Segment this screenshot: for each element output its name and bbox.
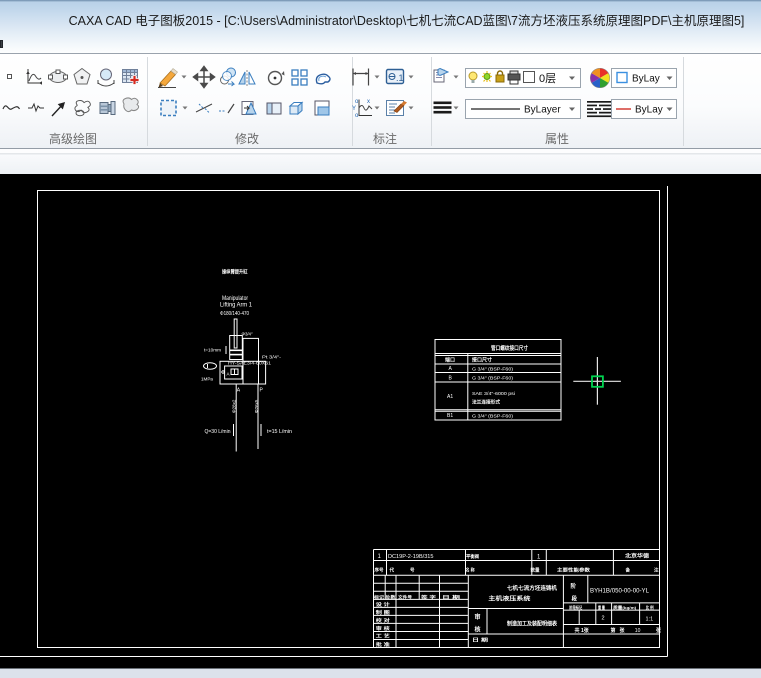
svg-text:质量(kg/m): 质量(kg/m) bbox=[613, 604, 637, 610]
svg-text:G 3/4″ (BSP-F60): G 3/4″ (BSP-F60) bbox=[472, 376, 513, 382]
svg-text:共: 共 bbox=[575, 627, 580, 634]
svg-text:文件号: 文件号 bbox=[398, 593, 412, 599]
svg-text:10: 10 bbox=[635, 628, 641, 634]
svg-text:主机液压系统: 主机液压系统 bbox=[488, 595, 531, 603]
svg-text:张: 张 bbox=[656, 627, 662, 634]
svg-text:G 3/4″ (BSP-F60): G 3/4″ (BSP-F60) bbox=[472, 414, 513, 420]
svg-text:SAE 3/4″-6000 psi: SAE 3/4″-6000 psi bbox=[472, 391, 515, 397]
svg-text:号: 号 bbox=[410, 567, 415, 574]
svg-text:段: 段 bbox=[572, 595, 578, 603]
svg-text:HY-SAE3/4-60X61: HY-SAE3/4-60X61 bbox=[228, 361, 272, 366]
svg-text:1:1: 1:1 bbox=[646, 617, 654, 623]
svg-text:标记: 标记 bbox=[373, 593, 384, 599]
svg-text:平衡阀: 平衡阀 bbox=[466, 553, 479, 560]
svg-text:接口尺寸: 接口尺寸 bbox=[471, 357, 492, 364]
svg-text:ByLayer: ByLayer bbox=[524, 105, 561, 116]
svg-text:o: o bbox=[355, 99, 359, 105]
svg-text:张: 张 bbox=[620, 627, 626, 634]
svg-text:名 称: 名 称 bbox=[466, 567, 475, 574]
svg-text:Φ28x2: Φ28x2 bbox=[232, 399, 237, 413]
svg-text:审: 审 bbox=[475, 613, 481, 621]
svg-text:工 艺: 工 艺 bbox=[376, 633, 391, 640]
svg-text:设 计: 设 计 bbox=[376, 601, 391, 608]
svg-text:BYH1B/050-00-00-YL: BYH1B/050-00-00-YL bbox=[590, 589, 650, 595]
svg-text:.1: .1 bbox=[396, 73, 404, 83]
svg-text:A: A bbox=[227, 372, 230, 377]
svg-text:核: 核 bbox=[475, 626, 481, 634]
svg-text:七机七流方坯连铸机: 七机七流方坯连铸机 bbox=[507, 584, 557, 592]
svg-text:比 例: 比 例 bbox=[646, 604, 654, 610]
svg-text:重 量: 重 量 bbox=[598, 604, 605, 610]
svg-text:t=15 L/min: t=15 L/min bbox=[267, 429, 292, 435]
svg-text:审 核: 审 核 bbox=[376, 625, 391, 632]
svg-text:日 期: 日 期 bbox=[442, 593, 460, 599]
svg-text:1: 1 bbox=[537, 555, 541, 561]
svg-text:x: x bbox=[367, 99, 370, 105]
svg-text:阶段标记: 阶段标记 bbox=[569, 604, 582, 610]
svg-text:制 图: 制 图 bbox=[376, 609, 391, 616]
svg-text:1张: 1张 bbox=[581, 627, 590, 634]
svg-text:主要性能参数: 主要性能参数 bbox=[557, 567, 591, 574]
svg-text:备: 备 bbox=[625, 567, 631, 574]
svg-text:ByLay: ByLay bbox=[632, 74, 660, 85]
svg-text:校 对: 校 对 bbox=[376, 617, 391, 624]
svg-text:数量: 数量 bbox=[531, 567, 540, 574]
svg-text:Φ180/140-470: Φ180/140-470 bbox=[220, 311, 249, 317]
svg-text:序号: 序号 bbox=[374, 567, 384, 574]
svg-text:Φ26x5: Φ26x5 bbox=[254, 399, 259, 413]
svg-text:2: 2 bbox=[602, 616, 605, 622]
svg-text:处数: 处数 bbox=[384, 593, 395, 599]
svg-text:操纵臂提升缸: 操纵臂提升缸 bbox=[222, 269, 248, 276]
svg-text:A1: A1 bbox=[447, 394, 453, 400]
svg-text:t=10mm: t=10mm bbox=[204, 348, 221, 353]
svg-text:管口螺纹接口尺寸: 管口螺纹接口尺寸 bbox=[491, 344, 528, 352]
svg-text:第: 第 bbox=[611, 627, 616, 634]
svg-text:Manipulator: Manipulator bbox=[222, 296, 248, 302]
svg-text:1MPa: 1MPa bbox=[201, 377, 213, 382]
svg-text:G 3/4″ (BSP-F60): G 3/4″ (BSP-F60) bbox=[472, 367, 513, 373]
svg-text:o: o bbox=[355, 113, 359, 119]
svg-text:注: 注 bbox=[654, 567, 659, 574]
svg-text:Q=30 L/min: Q=30 L/min bbox=[205, 429, 231, 435]
svg-text:DC19P-2-19B/315: DC19P-2-19B/315 bbox=[388, 554, 434, 560]
svg-text:ByLay: ByLay bbox=[635, 105, 663, 116]
svg-text:Φ3/4″: Φ3/4″ bbox=[242, 332, 253, 337]
svg-text:B1: B1 bbox=[447, 413, 453, 419]
svg-text:代: 代 bbox=[389, 567, 395, 574]
svg-text:阶: 阶 bbox=[571, 582, 577, 590]
svg-text:日 期: 日 期 bbox=[472, 637, 489, 644]
svg-text:北京华德: 北京华德 bbox=[625, 552, 650, 560]
svg-text:A: A bbox=[449, 366, 453, 372]
svg-text:制造加工及装配明细表: 制造加工及装配明细表 bbox=[507, 620, 557, 628]
svg-text:端口: 端口 bbox=[445, 357, 455, 364]
svg-text:Lifting Arm 1: Lifting Arm 1 bbox=[220, 303, 253, 309]
svg-text:A: A bbox=[237, 388, 241, 394]
svg-text:B: B bbox=[449, 376, 453, 382]
svg-text:批 准: 批 准 bbox=[376, 641, 391, 648]
svg-text:0层: 0层 bbox=[539, 72, 556, 85]
svg-text:P: P bbox=[260, 388, 264, 394]
svg-text:Y: Y bbox=[352, 106, 356, 112]
svg-text:Pt 3/4″-: Pt 3/4″- bbox=[262, 355, 282, 360]
svg-text:1: 1 bbox=[378, 554, 382, 560]
svg-text:签 字: 签 字 bbox=[419, 593, 436, 599]
svg-text:法兰连接形式: 法兰连接形式 bbox=[472, 399, 500, 406]
